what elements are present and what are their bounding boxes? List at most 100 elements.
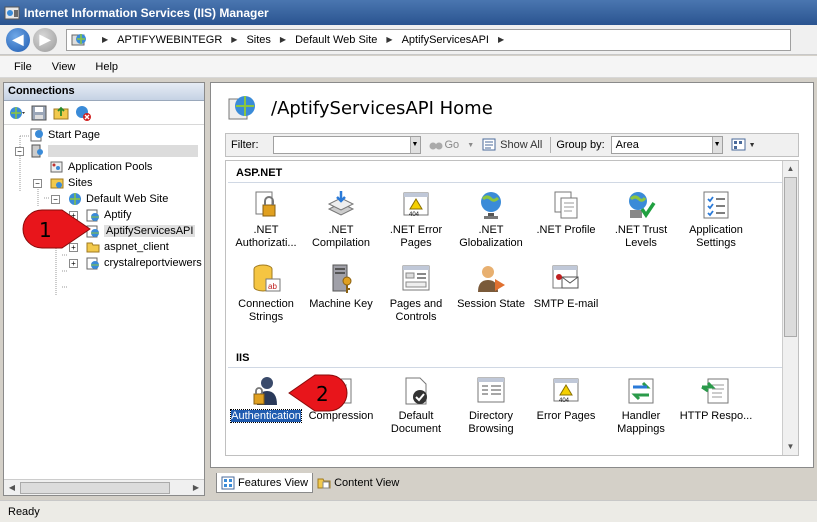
filter-dropdown-icon[interactable]: ▼	[409, 137, 420, 153]
scroll-left-icon[interactable]: ◀	[5, 482, 19, 494]
tree-item-default-web-site[interactable]: Default Web Site	[68, 191, 168, 207]
features-vertical-scrollbar[interactable]: ▲ ▼	[782, 161, 798, 455]
address-bar: ◀ ▶ ▶ APTIFYWEBINTEGR ▶ Sites ▶ Default Web…	[0, 25, 817, 55]
menu-file[interactable]: File	[14, 61, 32, 73]
svg-text:ab: ab	[268, 282, 277, 291]
scroll-down-icon[interactable]: ▼	[783, 440, 798, 454]
breadcrumb-sites[interactable]: Sites	[246, 34, 270, 46]
page-title: /AptifyServicesAPI Home	[271, 97, 493, 119]
toolbar-divider	[550, 137, 552, 153]
feature-net-error-pages[interactable]: 404 .NET Error Pages	[378, 189, 454, 250]
chevron-right-icon: ▶	[279, 35, 287, 44]
app-pools-icon	[50, 161, 63, 173]
disconnect-icon[interactable]	[74, 104, 92, 122]
tree-item-sites[interactable]: Sites	[50, 175, 92, 191]
section-divider	[228, 367, 783, 368]
compilation-icon	[327, 191, 355, 216]
menu-view[interactable]: View	[52, 61, 76, 73]
scroll-thumb[interactable]	[20, 482, 170, 494]
feature-net-compilation[interactable]: .NET Compilation	[303, 189, 379, 250]
tree-item-aspnet-client[interactable]: aspnet_client	[86, 239, 169, 255]
tree-item-application-pools[interactable]: Application Pools	[50, 159, 152, 175]
tab-features-view[interactable]: Features View	[216, 473, 314, 493]
collapse-server-toggle[interactable]: −	[15, 147, 24, 156]
tree-item-crystalreportviewers[interactable]: crystalreportviewers	[86, 255, 202, 271]
default-doc-icon	[405, 377, 427, 405]
filter-input[interactable]: ▼	[272, 136, 421, 154]
scroll-thumb[interactable]	[784, 177, 797, 337]
error-page-icon: 404	[553, 378, 579, 404]
save-icon[interactable]	[30, 104, 48, 122]
tree-item-aptifyservicesapi[interactable]: AptifyServicesAPI	[86, 223, 196, 239]
svg-text:404: 404	[559, 398, 570, 404]
smtp-icon	[552, 265, 579, 289]
session-icon	[478, 266, 505, 292]
show-all-button[interactable]: Show All	[482, 138, 542, 152]
callout-arrow-1	[22, 209, 91, 249]
chevron-right-icon: ▶	[386, 35, 393, 44]
feature-handler-mappings[interactable]: Handler Mappings	[603, 375, 679, 436]
connect-globe-icon[interactable]	[8, 104, 26, 122]
title-bar: Internet Information Services (IIS) Mana…	[0, 0, 817, 25]
lock-doc-icon	[255, 191, 276, 217]
feature-connection-strings[interactable]: ab Connection Strings	[228, 263, 304, 324]
chevron-right-icon: ▶	[231, 35, 238, 44]
tree-item-start-page[interactable]: Start Page	[30, 127, 100, 143]
tab-content-view[interactable]: Content View	[313, 473, 403, 493]
group-by-dropdown-icon[interactable]: ▼	[711, 137, 722, 153]
start-page-icon	[30, 128, 43, 142]
dir-browse-icon	[477, 377, 505, 403]
breadcrumb[interactable]: ▶ APTIFYWEBINTEGR ▶ Sites ▶ Default Web Sit…	[66, 28, 791, 51]
machine-key-icon	[332, 264, 352, 293]
expand-crystalreportviewers-toggle[interactable]: +	[69, 259, 78, 268]
up-folder-icon[interactable]	[52, 104, 70, 122]
feature-default-document[interactable]: Default Document	[378, 375, 454, 436]
feature-net-globalization[interactable]: .NET Globalization	[453, 189, 529, 250]
collapse-sites-toggle[interactable]: −	[33, 179, 42, 188]
profile-icon	[554, 191, 578, 219]
handler-icon	[628, 378, 654, 404]
window-title: Internet Information Services (IIS) Mana…	[24, 5, 269, 20]
application-icon	[86, 257, 99, 270]
error-page-icon: 404	[403, 192, 429, 218]
feature-pages-and-controls[interactable]: Pages and Controls	[378, 263, 454, 324]
back-button[interactable]: ◀	[6, 27, 30, 52]
group-by-select[interactable]: Area ▼	[610, 136, 723, 154]
callout-number-2: 2	[316, 382, 329, 406]
status-bar: Ready	[0, 500, 817, 522]
breadcrumb-aptifyservicesapi[interactable]: AptifyServicesAPI	[402, 34, 489, 46]
forward-button[interactable]: ▶	[33, 27, 57, 52]
group-by-label: Group by:	[556, 139, 605, 151]
feature-error-pages[interactable]: 404 Error Pages	[528, 375, 604, 423]
breadcrumb-default-web-site[interactable]: Default Web Site	[295, 34, 377, 46]
feature-smtp-email[interactable]: SMTP E-mail	[528, 263, 604, 311]
server-icon	[31, 144, 43, 158]
feature-net-trust-levels[interactable]: .NET Trust Levels	[603, 189, 679, 250]
view-mode-icon	[731, 138, 746, 151]
chevron-right-icon[interactable]: ▶	[498, 35, 504, 44]
feature-machine-key[interactable]: Machine Key	[303, 263, 379, 311]
feature-net-profile[interactable]: .NET Profile	[528, 189, 604, 237]
scroll-right-icon[interactable]: ▶	[189, 482, 203, 494]
breadcrumb-server[interactable]: APTIFYWEBINTEGR	[117, 34, 222, 46]
menu-help[interactable]: Help	[95, 61, 118, 73]
menu-bar: File View Help	[0, 56, 817, 78]
feature-net-authorization[interactable]: .NET Authorizati...	[228, 189, 304, 250]
settings-list-icon	[703, 191, 729, 219]
scroll-up-icon[interactable]: ▲	[783, 162, 798, 176]
tree-item-aptify[interactable]: Aptify	[86, 207, 132, 223]
feature-session-state[interactable]: Session State	[453, 263, 529, 311]
status-text: Ready	[8, 505, 40, 518]
collapse-default-web-site-toggle[interactable]: −	[51, 195, 60, 204]
view-mode-button[interactable]: ▼	[731, 138, 756, 152]
iis-app-icon	[4, 6, 20, 19]
feature-directory-browsing[interactable]: Directory Browsing	[453, 375, 529, 436]
feature-http-response-headers[interactable]: HTTP Respo...	[678, 375, 754, 423]
feature-application-settings[interactable]: Application Settings	[678, 189, 754, 250]
tree-item-server[interactable]	[30, 143, 198, 159]
content-view-icon	[317, 478, 331, 489]
binoculars-icon	[429, 142, 442, 150]
connections-horizontal-scrollbar[interactable]: ◀ ▶	[4, 479, 204, 495]
show-all-icon	[482, 138, 496, 151]
go-button[interactable]: Go ▼	[429, 139, 474, 151]
